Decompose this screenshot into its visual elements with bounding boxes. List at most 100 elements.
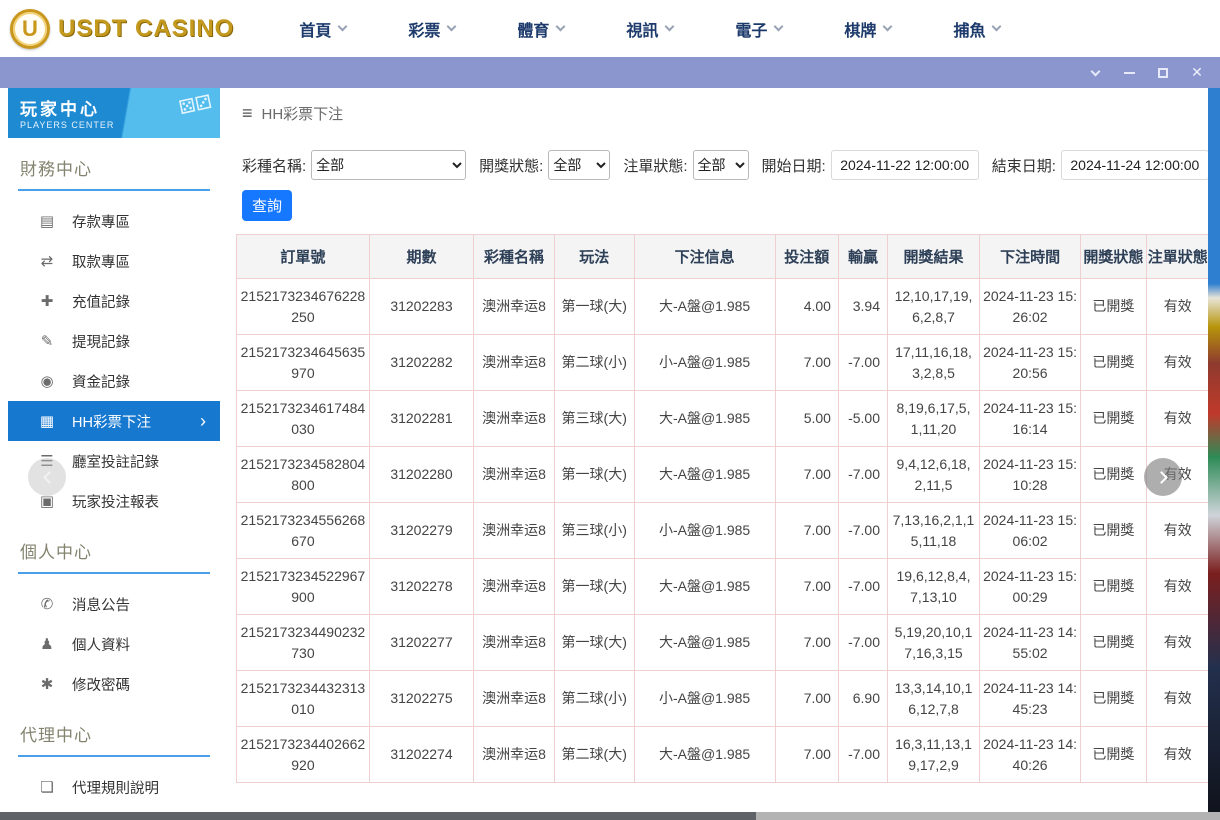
maximize-button[interactable] — [1150, 62, 1176, 84]
breadcrumb: ≡ HH彩票下注 — [234, 88, 1210, 138]
cell-play: 第二球(小) — [554, 335, 634, 391]
cell-result: 7,13,16,2,1,15,11,18 — [888, 503, 980, 559]
cell-amount: 5.00 — [775, 391, 838, 447]
cell-lottery: 澳洲幸运8 — [474, 727, 555, 783]
sidebar-item[interactable]: ⇄取款專區 — [8, 241, 220, 281]
sidebar-item[interactable]: ◉資金記錄 — [8, 361, 220, 401]
table-row: 215217323455626867031202279澳洲幸运8第三球(小)小-… — [237, 503, 1210, 559]
nav-item[interactable]: 體育 — [486, 0, 595, 57]
sidebar-item[interactable]: ✆消息公告 — [8, 584, 220, 624]
cell-order-status: 有效 — [1146, 335, 1209, 391]
sidebar-item[interactable]: ▦HH彩票下注› — [8, 401, 220, 441]
table-row: 215217323452296790031202278澳洲幸运8第一球(大)大-… — [237, 559, 1210, 615]
cell-bet-time: 2024-11-23 14:55:02 — [979, 615, 1080, 671]
cell-order-status: 有效 — [1146, 391, 1209, 447]
maximize-icon — [1158, 68, 1168, 78]
casino-logo[interactable]: U USDT CASINO — [10, 9, 234, 49]
sidebar-item[interactable]: ♟個人資料 — [8, 624, 220, 664]
cell-amount: 4.00 — [775, 279, 838, 335]
cell-order-status: 有效 — [1146, 503, 1209, 559]
column-header: 下注信息 — [634, 235, 775, 279]
cell-bet-time: 2024-11-23 15:00:29 — [979, 559, 1080, 615]
column-header: 彩種名稱 — [474, 235, 555, 279]
cell-order-no: 2152173234582804800 — [237, 447, 370, 503]
cell-draw-status: 已開獎 — [1081, 671, 1146, 727]
chevron-down-icon — [338, 22, 348, 32]
chevron-down-icon — [556, 22, 566, 32]
cell-order-status: 有效 — [1146, 615, 1209, 671]
cell-lottery: 澳洲幸运8 — [474, 559, 555, 615]
chevron-down-icon — [883, 22, 893, 32]
cell-bet-info: 大-A盤@1.985 — [634, 559, 775, 615]
scrollbar-handle[interactable] — [0, 812, 756, 820]
cell-win-loss: -7.00 — [838, 503, 887, 559]
chevron-down-icon — [774, 22, 784, 32]
nav-item-label: 彩票 — [408, 17, 440, 41]
cell-result: 12,10,17,19,6,2,8,7 — [888, 279, 980, 335]
sidebar-item[interactable]: ✚充值記錄 — [8, 281, 220, 321]
cell-bet-time: 2024-11-23 15:26:02 — [979, 279, 1080, 335]
cell-amount: 7.00 — [775, 503, 838, 559]
nav-item-label: 電子 — [735, 17, 767, 41]
cell-lottery: 澳洲幸运8 — [474, 391, 555, 447]
logo-text: USDT CASINO — [58, 15, 234, 43]
sidebar-item-label: 提現記錄 — [72, 331, 130, 352]
cell-order-no: 2152173234645635970 — [237, 335, 370, 391]
withdraw-icon: ⇄ — [38, 252, 56, 270]
close-button[interactable]: ✕ — [1184, 62, 1210, 84]
horizontal-scrollbar[interactable] — [0, 812, 1220, 820]
order-status-select[interactable]: 全部 — [693, 150, 749, 180]
nav-item-label: 視訊 — [626, 17, 658, 41]
scroll-right-button[interactable] — [1144, 458, 1182, 496]
cell-win-loss: 3.94 — [838, 279, 887, 335]
cell-result: 16,3,11,13,19,17,2,9 — [888, 727, 980, 783]
nav-item[interactable]: 棋牌 — [813, 0, 922, 57]
column-header: 訂單號 — [237, 235, 370, 279]
table-row: 215217323440266292031202274澳洲幸运8第二球(大)大-… — [237, 727, 1210, 783]
cell-order-no: 2152173234432313010 — [237, 671, 370, 727]
sidebar-item-label: 玩家投注報表 — [72, 491, 159, 512]
sidebar-item[interactable]: ❏代理規則說明 — [8, 767, 220, 807]
chevron-down-icon — [665, 22, 675, 32]
filter-bar: 彩種名稱: 全部 開獎狀態: 全部 注單狀態: 全部 開始日期: 結束日期: — [234, 138, 1210, 180]
lottery-name-select[interactable]: 全部 — [311, 150, 466, 180]
search-button[interactable]: 查詢 — [242, 190, 292, 221]
password-gear-icon: ✱ — [38, 675, 56, 693]
recharge-record-icon: ✚ — [38, 292, 56, 310]
page-title: HH彩票下注 — [262, 103, 344, 124]
end-date-input[interactable] — [1061, 150, 1209, 180]
cell-period: 31202280 — [369, 447, 473, 503]
cell-win-loss: -7.00 — [838, 559, 887, 615]
sidebar-item[interactable]: ✱ 修改密碼 — [8, 664, 220, 704]
scroll-left-button[interactable] — [28, 458, 66, 496]
cell-win-loss: -7.00 — [838, 447, 887, 503]
nav-item[interactable]: 電子 — [704, 0, 813, 57]
nav-item[interactable]: 彩票 — [377, 0, 486, 57]
nav-item[interactable]: 視訊 — [595, 0, 704, 57]
nav-item-label: 捕魚 — [953, 17, 985, 41]
nav-item[interactable]: 捕魚 — [922, 0, 1031, 57]
sidebar-item-label: HH彩票下注 — [72, 411, 151, 432]
sidebar-item-label: 修改密碼 — [72, 674, 130, 695]
cell-amount: 7.00 — [775, 559, 838, 615]
start-date-input[interactable] — [831, 150, 979, 180]
cell-period: 31202283 — [369, 279, 473, 335]
nav-item[interactable]: 首頁 — [268, 0, 377, 57]
cell-bet-info: 大-A盤@1.985 — [634, 391, 775, 447]
hamburger-menu-icon[interactable]: ≡ — [242, 103, 253, 124]
sidebar-item-label: 消息公告 — [72, 594, 130, 615]
cell-order-no: 2152173234556268670 — [237, 503, 370, 559]
column-header: 注單狀態 — [1146, 235, 1209, 279]
cell-lottery: 澳洲幸运8 — [474, 503, 555, 559]
cell-bet-time: 2024-11-23 14:45:23 — [979, 671, 1080, 727]
cell-play: 第三球(大) — [554, 391, 634, 447]
chevron-right-icon: › — [200, 411, 206, 432]
minimize-button[interactable] — [1116, 62, 1142, 84]
sidebar-item[interactable]: ✎提現記錄 — [8, 321, 220, 361]
cell-play: 第一球(大) — [554, 279, 634, 335]
cell-period: 31202282 — [369, 335, 473, 391]
window-chevron-button[interactable] — [1082, 62, 1108, 84]
sidebar-item[interactable]: ▤存款專區 — [8, 201, 220, 241]
cell-bet-info: 小-A盤@1.985 — [634, 671, 775, 727]
draw-status-select[interactable]: 全部 — [548, 150, 610, 180]
